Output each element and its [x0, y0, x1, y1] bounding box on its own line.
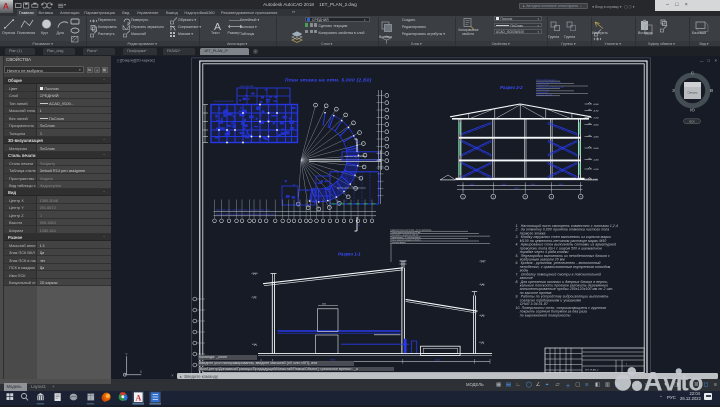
svg-text:6000: 6000	[470, 184, 474, 186]
svg-text:+2,400: +2,400	[593, 159, 599, 161]
svg-text:+8,700: +8,700	[593, 110, 599, 112]
svg-text:0,000: 0,000	[593, 179, 598, 181]
svg-text:[-][Сверху][2D-каркас]: [-][Сверху][2D-каркас]	[118, 58, 155, 62]
svg-text:o: o	[689, 370, 704, 397]
svg-text:6000: 6000	[559, 184, 563, 186]
svg-text:Разрез 2-2: Разрез 2-2	[500, 85, 523, 90]
svg-text:З: З	[672, 88, 675, 93]
svg-text:Сверху: Сверху	[687, 91, 698, 95]
svg-text:пенобетон, с организованным вн: пенобетон, с организованным внутренним о…	[516, 265, 611, 269]
svg-text:+4,800: +4,800	[593, 136, 599, 138]
svg-text:6000: 6000	[502, 184, 506, 186]
svg-text:4600: 4600	[322, 304, 326, 306]
svg-text:+9,600: +9,600	[593, 104, 599, 106]
svg-text:Зрительный зал с эстрадной час: Зрительный зал с эстрадной частью	[337, 187, 366, 190]
svg-text:1ET_PLAN_2: 1ET_PLAN_2	[585, 369, 599, 372]
svg-text:План этажа на отм. 5.000 (2.Б0: План этажа на отм. 5.000 (2.Б0)	[285, 78, 372, 84]
svg-text:2100 3300 2400: 2100 3300 2400	[240, 86, 254, 88]
svg-text:24000: 24000	[514, 188, 519, 190]
svg-text:по выровненной поверхности: по выровненной поверхности	[516, 313, 571, 317]
svg-text:3000 3000 3000 3000 3000 3000: 3000 3000 3000 3000 3000 3000 3000 3000 …	[216, 214, 275, 216]
svg-text:+3,600: +3,600	[593, 148, 599, 150]
svg-text:—: —	[700, 59, 704, 63]
svg-text:+7,200: +7,200	[593, 117, 599, 119]
svg-text:Ю: Ю	[690, 108, 695, 113]
svg-text:+1,200: +1,200	[593, 169, 599, 171]
svg-text:×: ×	[715, 58, 718, 63]
svg-text:A: A	[136, 393, 142, 402]
svg-text:12000: 12000	[435, 360, 440, 362]
svg-text:Y: Y	[125, 352, 128, 356]
svg-text:+6,000: +6,000	[593, 124, 599, 126]
svg-text:□: □	[708, 58, 711, 63]
svg-text:A: A	[644, 367, 663, 397]
svg-text:Разрез 1-1: Разрез 1-1	[338, 252, 361, 257]
svg-text:В: В	[710, 88, 714, 93]
svg-text:t: t	[681, 370, 689, 397]
svg-text:ВСК: ВСК	[689, 120, 695, 124]
svg-text:2: 2	[359, 224, 361, 227]
svg-text:2: 2	[359, 141, 361, 144]
svg-text:X: X	[140, 370, 143, 374]
svg-text:6000: 6000	[531, 184, 535, 186]
svg-text:6000 6000 6000 6000 60: 6000 6000 6000 6000 6000 6000 6000 6000 …	[216, 210, 269, 212]
svg-text:Фойе-холл над вестибюлем: Фойе-холл над вестибюлем	[345, 155, 368, 158]
svg-text:3000 4500 3000 6000: 3000 4500 3000 6000	[214, 101, 234, 103]
